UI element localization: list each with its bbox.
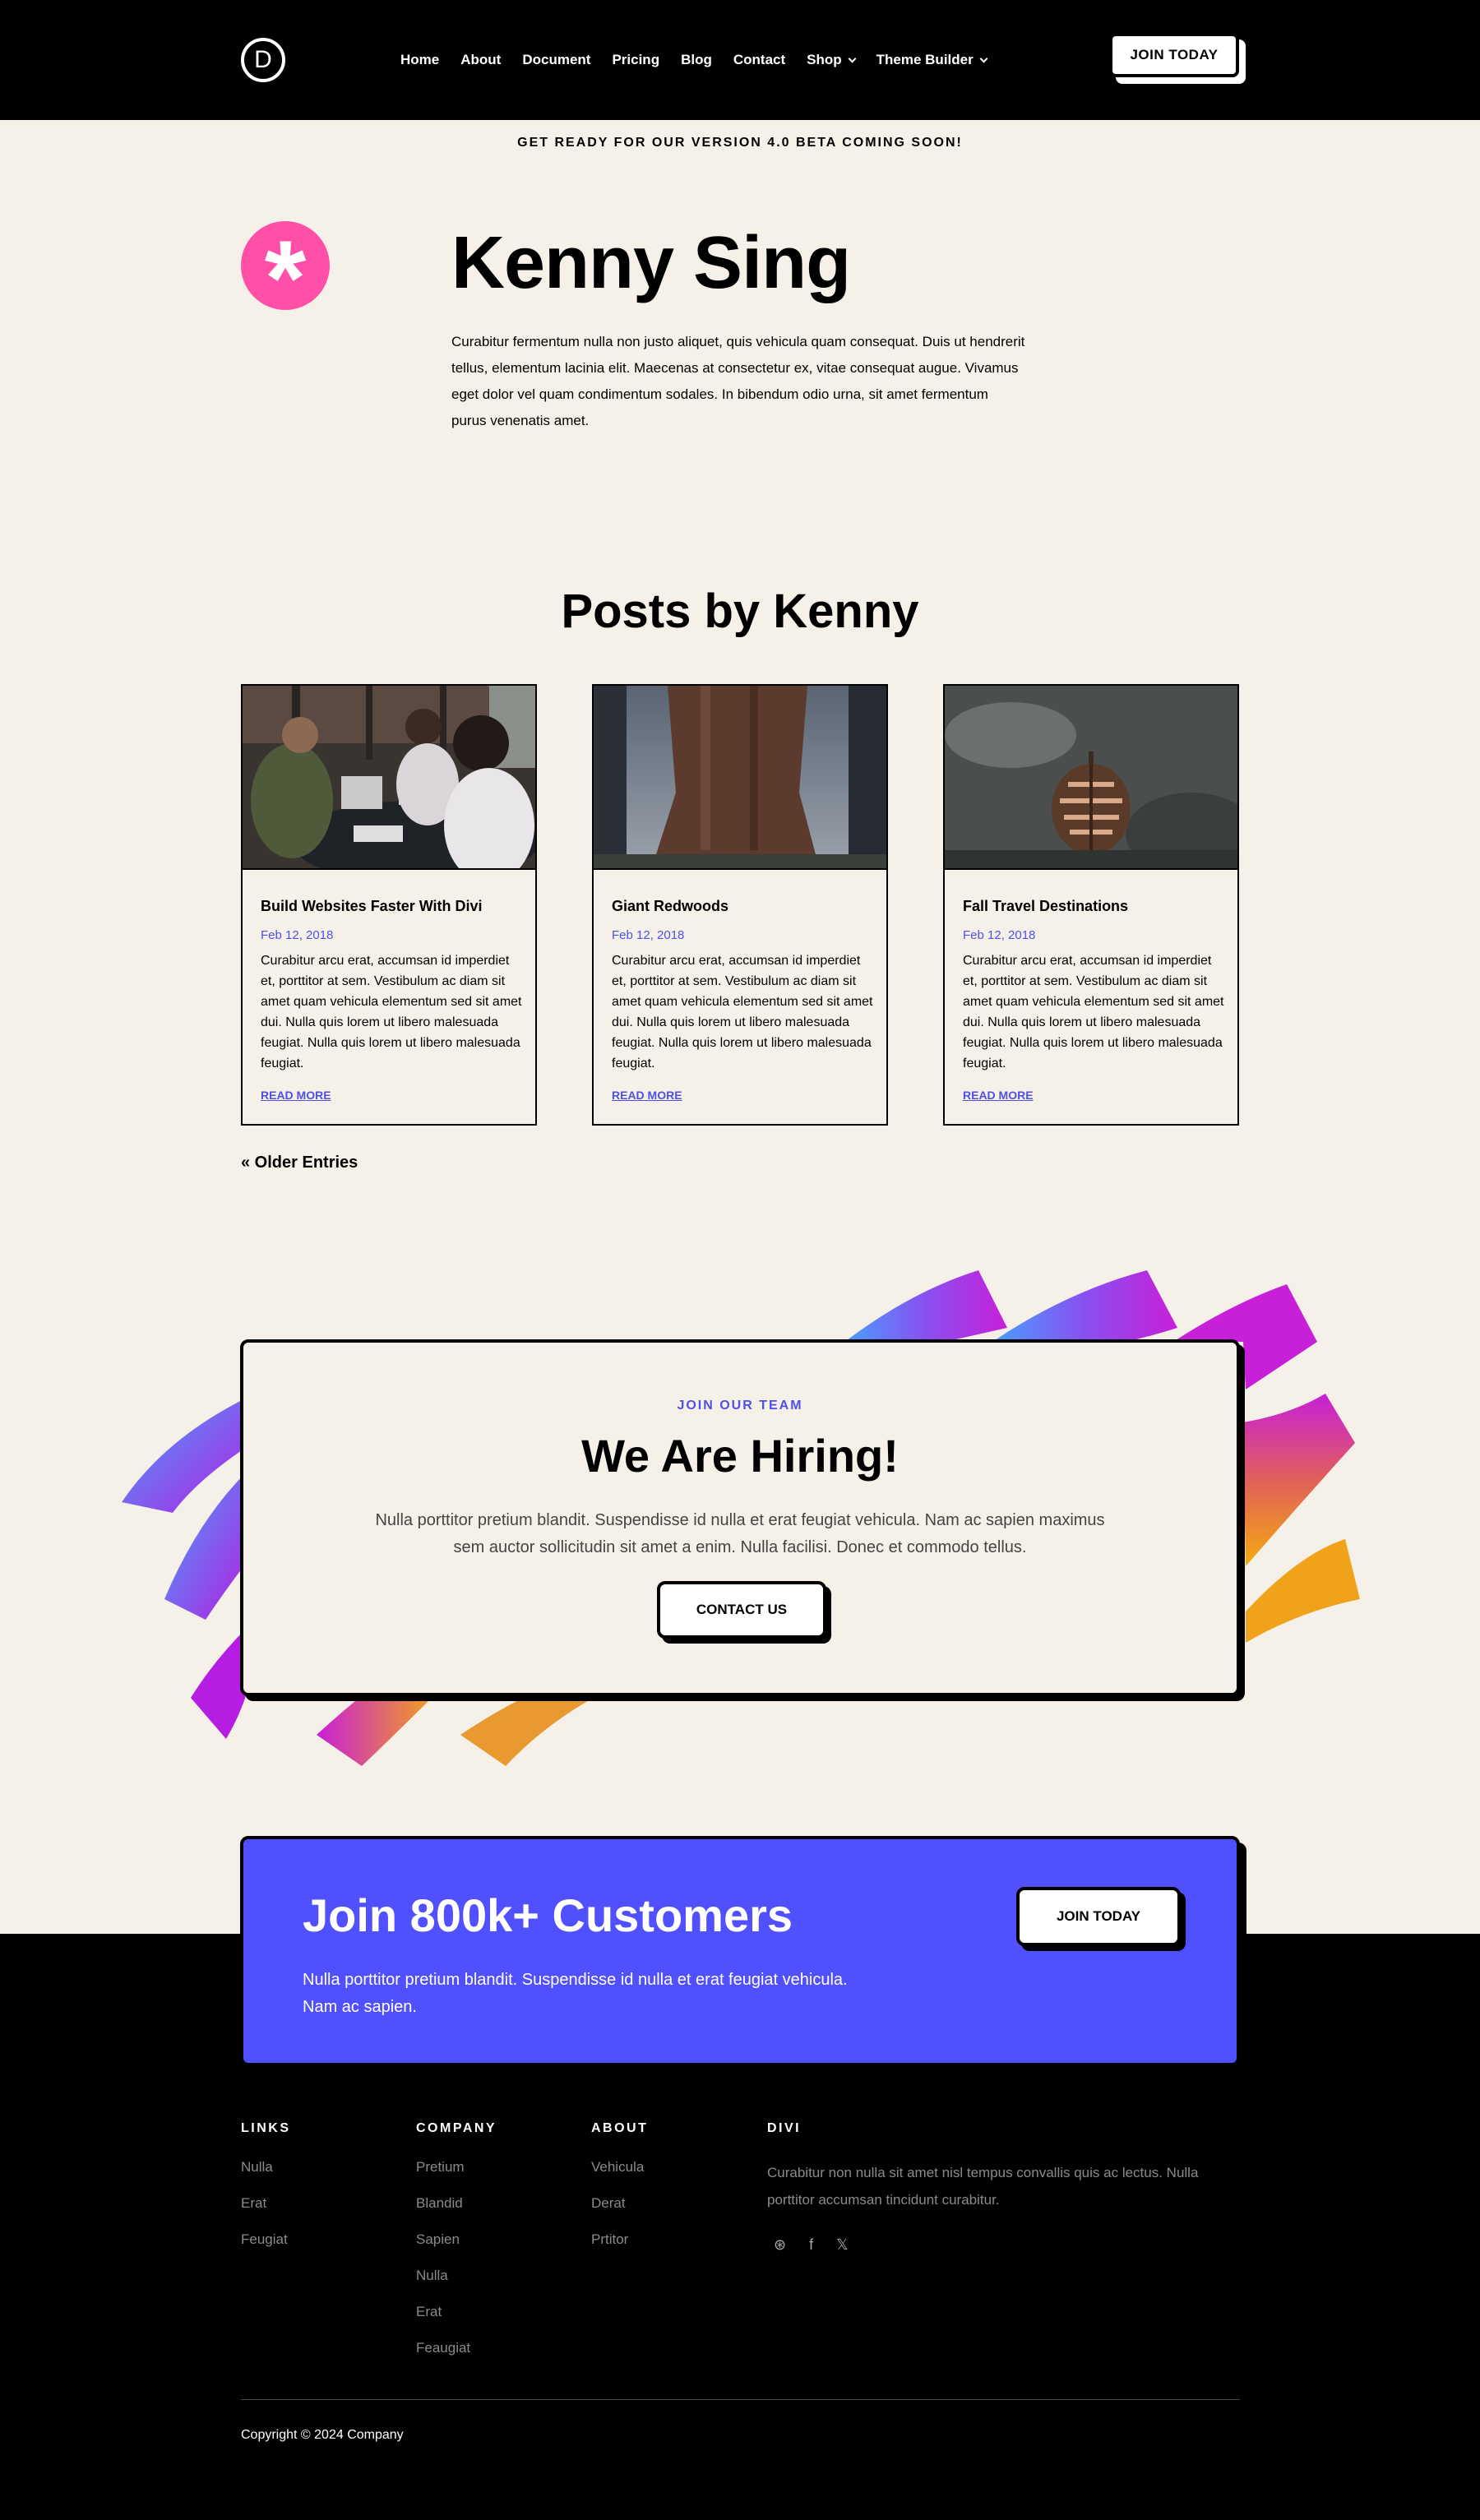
nav-home[interactable]: Home: [400, 49, 439, 71]
main-nav: Home About Document Pricing Blog Contact…: [400, 49, 1008, 71]
footer-heading: DIVI: [767, 2121, 802, 2135]
footer-link[interactable]: Sapien: [416, 2231, 497, 2268]
nav-blog[interactable]: Blog: [681, 49, 712, 71]
post-title[interactable]: Fall Travel Destinations: [963, 898, 1128, 915]
footer-link[interactable]: Pretium: [416, 2159, 497, 2195]
chevron-down-icon: [979, 54, 988, 62]
footer-link[interactable]: Erat: [241, 2195, 291, 2231]
social-links: ⊛ f 𝕏: [767, 2236, 1244, 2254]
author-bio: Curabitur fermentum nulla non justo aliq…: [451, 334, 1025, 428]
cta-join-button[interactable]: JOIN TODAY: [1016, 1887, 1181, 1946]
footer-link[interactable]: Nulla: [416, 2268, 497, 2304]
x-twitter-icon[interactable]: 𝕏: [836, 2236, 849, 2254]
read-more-link[interactable]: READ MORE: [261, 1089, 331, 1102]
nav-shop-label: Shop: [807, 52, 842, 67]
facebook-icon[interactable]: f: [809, 2236, 813, 2254]
footer-heading: COMPANY: [416, 2121, 497, 2135]
author-name: Kenny Sing: [451, 222, 851, 304]
footer-heading: LINKS: [241, 2121, 291, 2135]
site-header: D Home About Document Pricing Blog Conta…: [0, 0, 1480, 120]
post-excerpt: Curabitur arcu erat, accumsan id imperdi…: [261, 954, 522, 1070]
nav-theme-builder-label: Theme Builder: [876, 52, 974, 67]
nav-document[interactable]: Document: [522, 49, 590, 71]
divi-logo[interactable]: D: [241, 38, 285, 82]
nav-home-label: Home: [400, 52, 440, 67]
footer-about-column: ABOUT Vehicula Derat Prtitor: [591, 2121, 648, 2268]
nav-pricing[interactable]: Pricing: [612, 49, 659, 71]
cta-text: Nulla porttitor pretium blandit. Suspend…: [303, 1971, 848, 2016]
nav-blog-label: Blog: [681, 52, 712, 67]
logo-letter: D: [254, 46, 272, 73]
post-thumbnail-pinecone[interactable]: [945, 686, 1237, 870]
nav-about-label: About: [460, 52, 502, 67]
read-more-link[interactable]: READ MORE: [963, 1089, 1034, 1102]
hiring-section: JOIN OUR TEAM We Are Hiring! Nulla portt…: [240, 1339, 1240, 1696]
footer-company-column: COMPANY Pretium Blandid Sapien Nulla Era…: [416, 2121, 497, 2376]
cta-banner: Join 800k+ Customers Nulla porttitor pre…: [240, 1836, 1240, 2066]
post-excerpt: Curabitur arcu erat, accumsan id imperdi…: [963, 954, 1224, 1070]
footer-link[interactable]: Derat: [591, 2195, 648, 2231]
posts-heading: Posts by Kenny: [561, 585, 919, 638]
post-thumbnail-meeting[interactable]: [243, 686, 535, 870]
footer-link[interactable]: Nulla: [241, 2159, 291, 2195]
post-card: Build Websites Faster With Divi Feb 12, …: [241, 684, 537, 1126]
nav-about[interactable]: About: [460, 49, 501, 71]
footer-link[interactable]: Feaugiat: [416, 2340, 497, 2376]
contact-us-button[interactable]: CONTACT US: [657, 1581, 826, 1639]
post-title[interactable]: Giant Redwoods: [612, 898, 728, 915]
footer-links-column: LINKS Nulla Erat Feugiat: [241, 2121, 291, 2268]
older-entries-link[interactable]: « Older Entries: [241, 1154, 358, 1172]
footer-divider: [241, 2399, 1240, 2400]
asterisk-icon: *: [264, 218, 307, 338]
post-thumbnail-redwoods[interactable]: [594, 686, 886, 870]
hiring-kicker: JOIN OUR TEAM: [677, 1399, 803, 1413]
footer-link[interactable]: Prtitor: [591, 2231, 648, 2268]
footer-heading: ABOUT: [591, 2121, 649, 2135]
post-card: Fall Travel Destinations Feb 12, 2018 Cu…: [943, 684, 1239, 1126]
hiring-title: We Are Hiring!: [581, 1430, 899, 1482]
nav-contact-label: Contact: [733, 52, 786, 67]
author-avatar: *: [241, 221, 330, 331]
nav-document-label: Document: [522, 52, 591, 67]
post-date: Feb 12, 2018: [963, 928, 1036, 942]
post-title[interactable]: Build Websites Faster With Divi: [261, 898, 483, 915]
footer-divi-column: DIVI Curabitur non nulla sit amet nisl t…: [767, 2121, 1244, 2254]
copyright-text: Copyright © 2024 Company: [241, 2428, 404, 2442]
hiring-text: Nulla porttitor pretium blandit. Suspend…: [375, 1511, 1105, 1556]
post-date: Feb 12, 2018: [612, 928, 685, 942]
nav-theme-builder[interactable]: Theme Builder: [876, 49, 988, 71]
footer-link[interactable]: Vehicula: [591, 2159, 648, 2195]
footer-about-text: Curabitur non nulla sit amet nisl tempus…: [767, 2165, 1199, 2208]
footer-link[interactable]: Erat: [416, 2304, 497, 2340]
post-excerpt: Curabitur arcu erat, accumsan id imperdi…: [612, 954, 873, 1070]
chevron-down-icon: [848, 54, 857, 62]
cta-title: Join 800k+ Customers: [303, 1889, 793, 1941]
nav-pricing-label: Pricing: [612, 52, 660, 67]
read-more-link[interactable]: READ MORE: [612, 1089, 682, 1102]
footer-link[interactable]: Blandid: [416, 2195, 497, 2231]
nav-shop[interactable]: Shop: [807, 49, 857, 71]
nav-contact[interactable]: Contact: [733, 49, 785, 71]
announcement-bar: GET READY FOR OUR VERSION 4.0 BETA COMIN…: [517, 136, 963, 150]
post-card: Giant Redwoods Feb 12, 2018 Curabitur ar…: [592, 684, 888, 1126]
dribbble-icon[interactable]: ⊛: [774, 2236, 786, 2254]
footer-link[interactable]: Feugiat: [241, 2231, 291, 2268]
post-date: Feb 12, 2018: [261, 928, 334, 942]
header-join-button[interactable]: JOIN TODAY: [1109, 33, 1239, 77]
